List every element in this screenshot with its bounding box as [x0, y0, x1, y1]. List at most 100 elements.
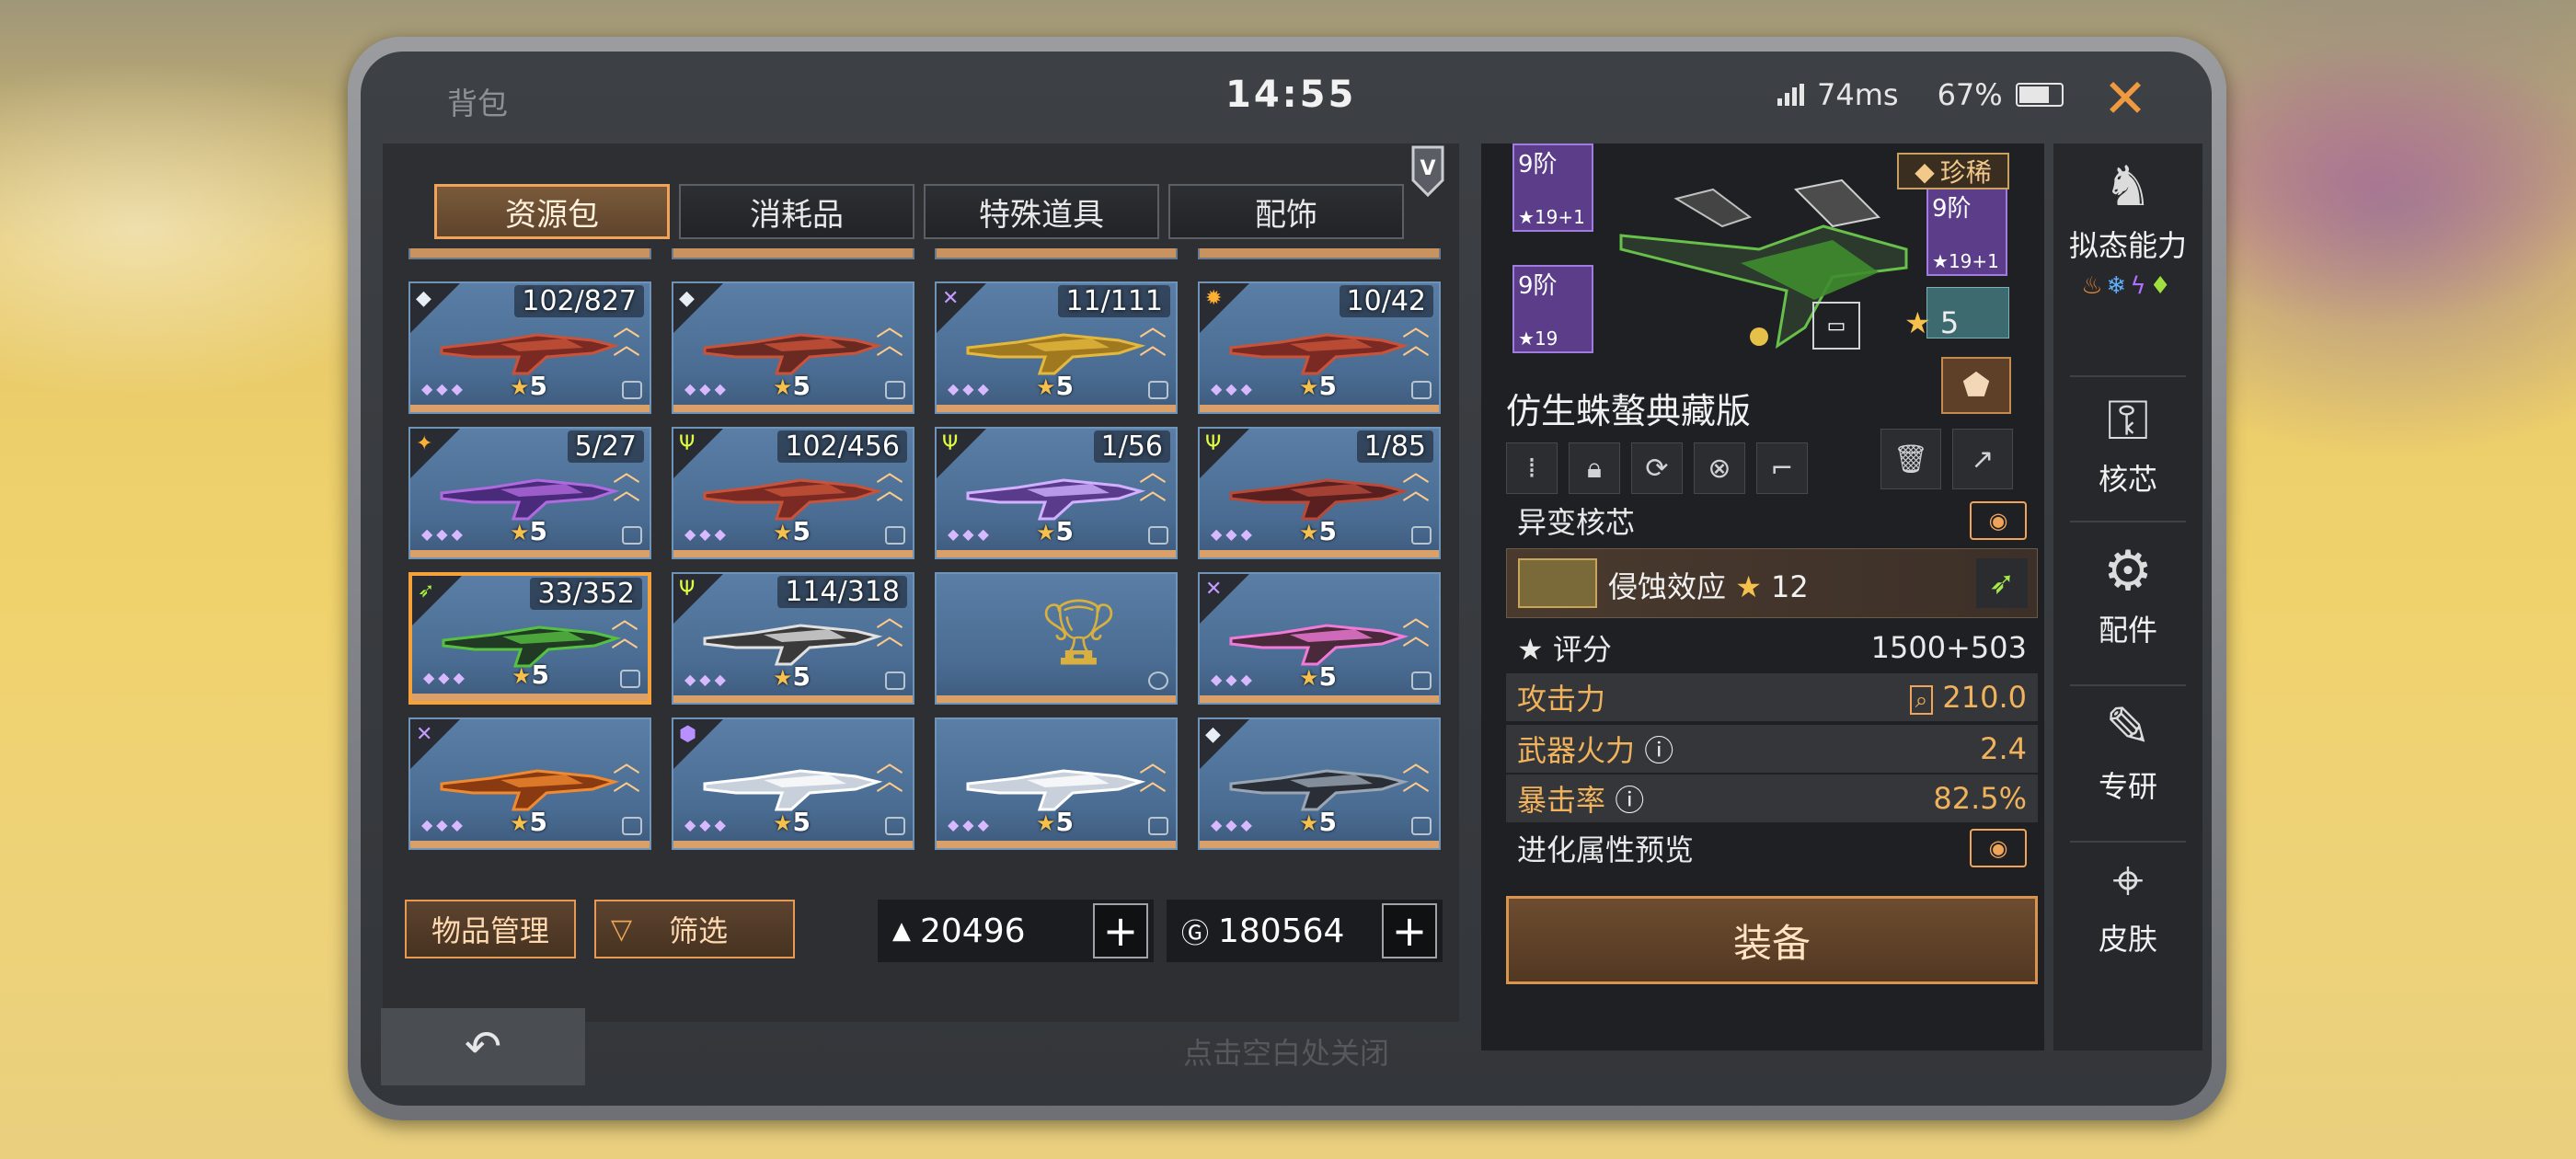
lock-icon[interactable]: 🔒︎	[1569, 442, 1620, 494]
rank-diamonds: ◆◆◆	[421, 525, 466, 543]
nav-parts[interactable]: ⚙ 配件	[2053, 539, 2202, 649]
inventory-item[interactable]: ◆◆◆ ︿ ︿ ✦ 5/27 ★5	[408, 427, 651, 559]
cross-icon: ✕	[942, 287, 960, 310]
tier-label: 9阶	[1932, 195, 1972, 223]
rank-diamonds: ◆◆◆	[684, 380, 730, 397]
trophy-icon: 🏆︎	[1038, 594, 1120, 670]
attack-value: 210.0	[1942, 680, 2027, 715]
tab-accessories[interactable]: 配饰	[1168, 184, 1404, 239]
nav-divider	[2070, 375, 2186, 377]
item-count: 102/456	[777, 430, 907, 463]
list-item-peek	[935, 248, 1178, 259]
core-icon: ⚿	[2107, 388, 2149, 453]
item-level: ★5	[510, 516, 547, 546]
upgrade-chevron-icon: ︿ ︿	[1402, 747, 1430, 798]
item-level: ★5	[1299, 807, 1337, 837]
inventory-window: 背包 14:55 74ms 67% ✕ V 资源包 消耗品 特殊道具 配饰 ◆◆…	[361, 52, 2212, 1106]
share-icon[interactable]: ↗	[1952, 429, 2013, 489]
item-level: ★5	[773, 661, 811, 692]
item-level: ★5	[510, 371, 547, 401]
refresh-icon[interactable]: ⟳	[1631, 442, 1683, 494]
ammo-icon[interactable]: ⁞	[1506, 442, 1558, 494]
nav-label: 拟态能力	[2068, 228, 2187, 263]
svg-text:V: V	[1420, 157, 1435, 180]
nav-core[interactable]: ⚿ 核芯	[2053, 388, 2202, 499]
equip-button[interactable]: 装备	[1506, 896, 2038, 984]
upgrade-icon[interactable]: ⬟	[1941, 357, 2011, 414]
trident-icon: Ψ	[942, 432, 959, 455]
weapon-action-icons: ⁞ 🔒︎ ⟳ ⊗ ⌐	[1506, 442, 1808, 494]
grid-fade	[408, 889, 1430, 898]
item-count: 114/318	[777, 576, 907, 608]
weapon-name: 仿生蛛螯典藏版	[1506, 391, 1752, 431]
item-level: ★5	[1299, 516, 1337, 546]
mutate-core-card[interactable]: 侵蚀效应 ★ 12 ➶	[1506, 548, 2038, 618]
inventory-item[interactable]: ◆◆◆ ︿ ︿ Ψ 1/56 ★5	[935, 427, 1178, 559]
eye-icon[interactable]: ◉	[1970, 501, 2027, 540]
tab-consumables[interactable]: 消耗品	[679, 184, 914, 239]
tier-badge[interactable]: 9阶 ★19+1	[1926, 188, 2007, 276]
delete-icon[interactable]: 🗑︎	[1880, 429, 1941, 489]
inventory-item[interactable]: ◆◆◆ ︿ ︿ ◆ ★5	[672, 281, 914, 414]
tab-resource-pack[interactable]: 资源包	[434, 184, 670, 239]
skin-toggle-icon[interactable]: ▭	[1812, 302, 1860, 350]
inventory-item[interactable]: ◆◆◆ ︿ ︿ ➶ 33/352 ★5	[408, 572, 651, 705]
eye-icon[interactable]: ◉	[1970, 829, 2027, 867]
inventory-item[interactable]: ◆◆◆ ︿ ︿ ✕ 11/111 ★5	[935, 281, 1178, 414]
tab-special-items[interactable]: 特殊道具	[924, 184, 1159, 239]
item-progress-bar	[410, 405, 650, 412]
filter-button[interactable]: ▽ 筛选	[594, 900, 795, 958]
inventory-item[interactable]: ◆◆◆ ︿ ︿ Ψ 114/318 ★5	[672, 572, 914, 705]
nav-mimic[interactable]: ♞ 拟态能力 ♨❄ϟ♦	[2053, 155, 2202, 300]
disassemble-icon[interactable]: ⊗	[1694, 442, 1745, 494]
tier-badge[interactable]: 9阶 ★19	[1512, 265, 1593, 353]
upgrade-chevron-icon: ︿ ︿	[611, 603, 638, 654]
inventory-item[interactable]: ◆◆◆ ︿ ︿ ✹ 10/42 ★5	[1198, 281, 1441, 414]
diamond-icon: ◆	[1205, 723, 1221, 746]
rank-diamonds: ◆◆◆	[1211, 671, 1256, 688]
lock-icon	[1411, 817, 1432, 835]
lock-icon	[1411, 671, 1432, 690]
item-count: 1/85	[1356, 430, 1433, 463]
lock-icon	[1148, 526, 1168, 545]
list-item-peek	[1198, 248, 1441, 259]
magnify-icon[interactable]: ⌕	[1909, 685, 1934, 715]
tier-badge[interactable]: 9阶 ★19+1	[1512, 143, 1593, 232]
inventory-item[interactable]: ◆◆◆ ︿ ︿ ◆ ★5	[1198, 717, 1441, 850]
inventory-item[interactable]: 🏆︎	[935, 572, 1178, 705]
inventory-item[interactable]: ◆◆◆ ︿ ︿ Ψ 102/456 ★5	[672, 427, 914, 559]
add-coins-button[interactable]: +	[1382, 903, 1437, 958]
inventory-item[interactable]: ◆◆◆ ︿ ︿ ✕ ★5	[1198, 572, 1441, 705]
item-manage-button[interactable]: 物品管理	[405, 900, 576, 958]
upgrade-chevron-icon: ︿ ︿	[876, 602, 903, 652]
lock-icon	[622, 817, 642, 835]
nav-divider	[2070, 684, 2186, 686]
item-level: ★5	[1036, 371, 1074, 401]
nav-divider	[2070, 521, 2186, 522]
nav-research[interactable]: ✎ 专研	[2053, 695, 2202, 806]
inventory-item[interactable]: ◆◆◆ ︿ ︿ ✕ ★5	[408, 717, 651, 850]
inventory-item[interactable]: ◆◆◆ ︿ ︿ ⬢ ★5	[672, 717, 914, 850]
inventory-item[interactable]: ◆◆◆ ︿ ︿ ◆ 102/827 ★5	[408, 281, 651, 414]
mutate-core-label: 异变核芯	[1517, 505, 1636, 540]
add-gold-button[interactable]: +	[1093, 903, 1148, 958]
rank-diamonds: ◆◆◆	[948, 816, 993, 833]
info-icon[interactable]: ⓘ	[1615, 783, 1644, 818]
rank-diamonds: ◆◆◆	[1211, 816, 1256, 833]
rank-diamonds: ◆◆◆	[948, 380, 993, 397]
score-value: 1500+503	[1870, 630, 2027, 665]
upgrade-chevron-icon: ︿ ︿	[613, 311, 640, 361]
tier-label: 9阶	[1518, 151, 1558, 178]
close-button[interactable]: ✕	[2086, 59, 2165, 138]
gun-icon[interactable]: ⌐	[1756, 442, 1808, 494]
nav-skin[interactable]: ⌖ 皮肤	[2053, 848, 2202, 958]
item-count: 33/352	[530, 578, 642, 610]
upgrade-chevron-icon: ︿ ︿	[876, 456, 903, 507]
inventory-item[interactable]: ◆◆◆ ︿ ︿ Ψ 1/85 ★5	[1198, 427, 1441, 559]
inventory-item[interactable]: ◆◆◆ ︿ ︿ ★5	[935, 717, 1178, 850]
lock-icon	[1411, 526, 1432, 545]
firepower-label: 武器火力	[1517, 733, 1636, 768]
info-icon[interactable]: ⓘ	[1644, 733, 1673, 768]
rank-diamonds: ◆◆◆	[948, 525, 993, 543]
item-progress-bar	[937, 550, 1176, 557]
